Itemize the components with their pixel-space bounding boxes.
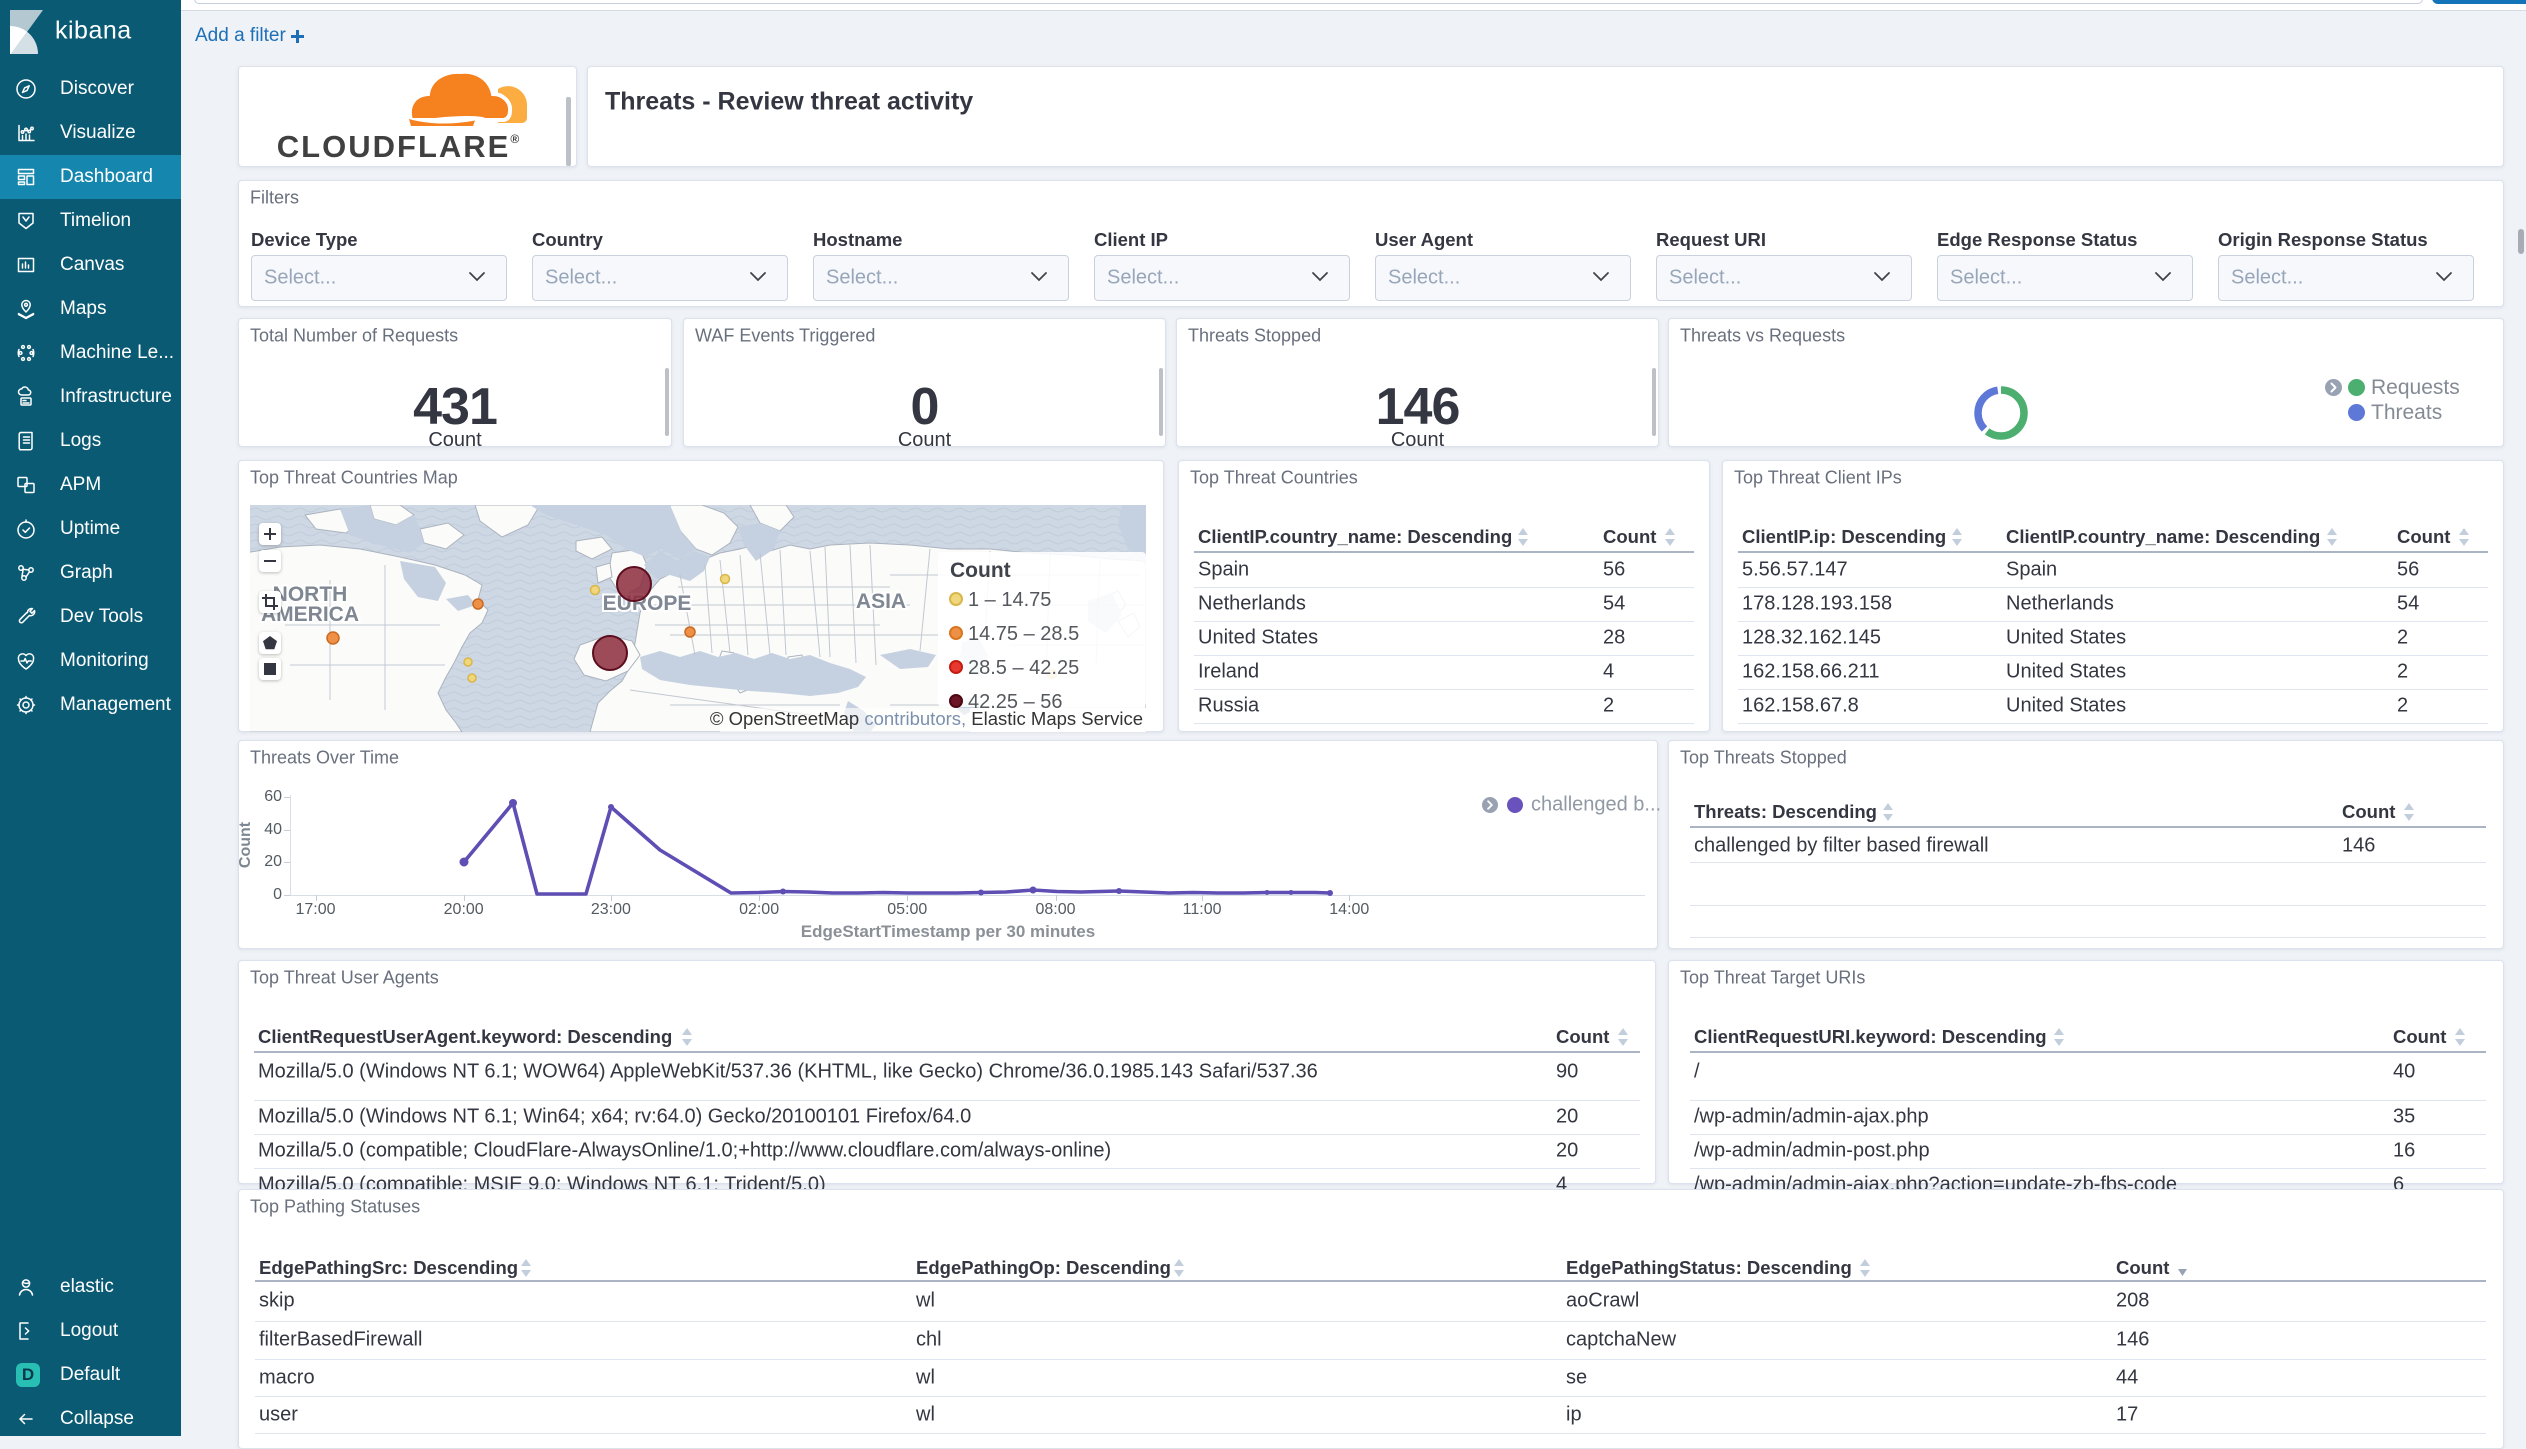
svg-text:28.5 – 42.25: 28.5 – 42.25 bbox=[968, 657, 1079, 679]
svg-text:ASIA: ASIA bbox=[856, 590, 906, 613]
svg-text:1 – 14.75: 1 – 14.75 bbox=[968, 589, 1051, 611]
svg-text:Count: Count bbox=[950, 559, 1011, 582]
svg-text:14.75 – 28.5: 14.75 – 28.5 bbox=[968, 623, 1079, 645]
svg-text:© OpenStreetMap contributors,: © OpenStreetMap contributors, Elastic Ma… bbox=[710, 708, 1143, 729]
